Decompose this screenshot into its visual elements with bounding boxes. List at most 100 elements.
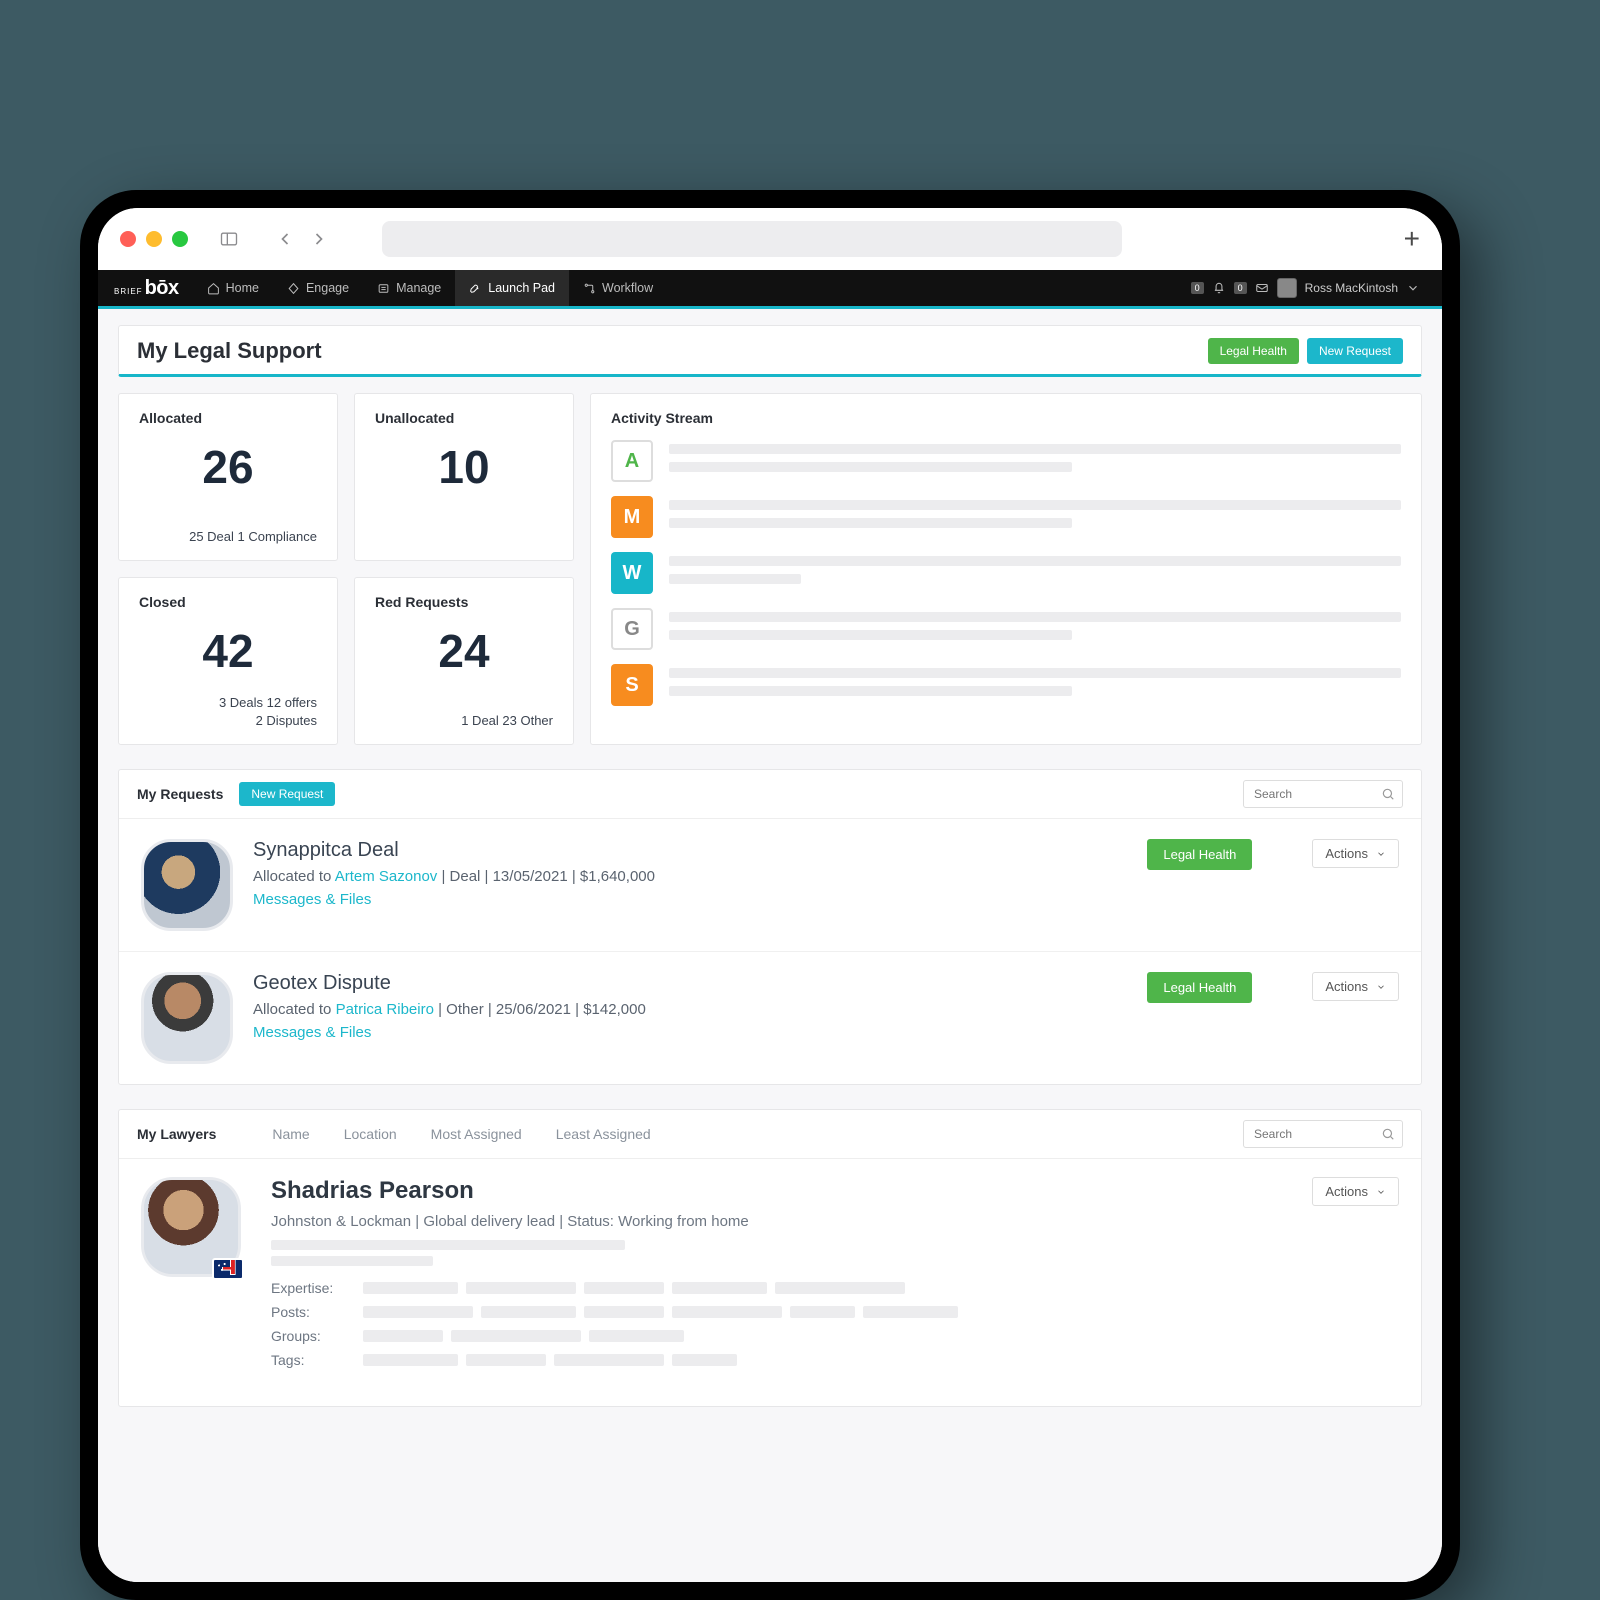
bell-icon[interactable] — [1212, 281, 1226, 295]
window-minimize-dot[interactable] — [146, 231, 162, 247]
stat-title: Unallocated — [375, 410, 553, 426]
nav-engage[interactable]: Engage — [273, 270, 363, 306]
kv-tags: Tags: — [271, 1352, 1282, 1368]
messages-files-link[interactable]: Messages & Files — [253, 891, 1127, 908]
app-logo[interactable]: BRIEF bōx — [108, 277, 193, 300]
panel-title: My Requests — [137, 786, 223, 802]
user-name[interactable]: Ross MacKintosh — [1305, 281, 1398, 295]
lawyer-row: Shadrias Pearson Johnston & Lockman | Gl… — [119, 1159, 1421, 1406]
my-lawyers-panel: My Lawyers Name Location Most Assigned L… — [118, 1109, 1422, 1407]
request-title[interactable]: Synappitca Deal — [253, 839, 1127, 862]
new-request-button[interactable]: New Request — [1307, 338, 1403, 364]
search-input[interactable] — [1243, 780, 1403, 808]
url-bar[interactable] — [382, 221, 1122, 257]
request-title[interactable]: Geotex Dispute — [253, 972, 1127, 995]
search-icon — [1381, 1127, 1395, 1141]
logo-main: bōx — [145, 277, 179, 300]
stat-unallocated[interactable]: Unallocated 10 — [354, 393, 574, 561]
new-request-button-small[interactable]: New Request — [239, 782, 335, 806]
chevron-down-icon[interactable] — [1406, 281, 1420, 295]
new-tab-icon[interactable]: + — [1404, 223, 1420, 255]
activity-badge: M — [611, 496, 653, 538]
app-nav: BRIEF bōx Home Engage Manage Launch Pad — [98, 270, 1442, 306]
stat-value: 42 — [139, 628, 317, 674]
stat-foot-2: 2 Disputes — [139, 712, 317, 730]
request-meta: Allocated to Patrica Ribeiro | Other | 2… — [253, 1001, 1127, 1018]
chevron-down-icon — [1376, 849, 1386, 859]
messages-files-link[interactable]: Messages & Files — [253, 1024, 1127, 1041]
panel-title: My Lawyers — [137, 1126, 216, 1142]
assignee-link[interactable]: Artem Sazonov — [335, 868, 438, 885]
stat-value: 24 — [375, 628, 553, 674]
nav-home-label: Home — [226, 281, 259, 295]
assignee-link[interactable]: Patrica Ribeiro — [336, 1001, 434, 1018]
kv-posts: Posts: — [271, 1304, 1282, 1320]
lawyer-meta: Johnston & Lockman | Global delivery lea… — [271, 1213, 1282, 1230]
stat-closed[interactable]: Closed 42 3 Deals 12 offers 2 Disputes — [118, 577, 338, 745]
nav-forward-icon[interactable] — [308, 228, 330, 250]
legal-health-button[interactable]: Legal Health — [1147, 972, 1252, 1003]
request-meta: Allocated to Artem Sazonov | Deal | 13/0… — [253, 868, 1127, 885]
activity-item[interactable]: A — [611, 440, 1401, 482]
sort-location[interactable]: Location — [344, 1126, 397, 1142]
notif-count-b: 0 — [1234, 282, 1247, 294]
sort-most-assigned[interactable]: Most Assigned — [431, 1126, 522, 1142]
legal-health-button[interactable]: Legal Health — [1208, 338, 1299, 364]
page-body: My Legal Support Legal Health New Reques… — [98, 309, 1442, 1582]
chevron-down-icon — [1376, 1187, 1386, 1197]
diamond-icon — [287, 282, 300, 295]
kv-expertise: Expertise: — [271, 1280, 1282, 1296]
requests-search — [1243, 780, 1403, 808]
browser-toolbar: + — [98, 208, 1442, 270]
actions-dropdown[interactable]: Actions — [1312, 972, 1399, 1001]
nav-home[interactable]: Home — [193, 270, 273, 306]
nav-workflow[interactable]: Workflow — [569, 270, 667, 306]
search-input[interactable] — [1243, 1120, 1403, 1148]
rocket-icon — [469, 282, 482, 295]
nav-right: 0 0 Ross MacKintosh — [1191, 278, 1432, 298]
sort-least-assigned[interactable]: Least Assigned — [556, 1126, 651, 1142]
stat-foot-1: 3 Deals 12 offers — [139, 694, 317, 712]
actions-dropdown[interactable]: Actions — [1312, 1177, 1399, 1206]
activity-item[interactable]: M — [611, 496, 1401, 538]
stat-value: 10 — [375, 444, 553, 490]
nav-manage[interactable]: Manage — [363, 270, 455, 306]
stat-value: 26 — [139, 444, 317, 490]
activity-title: Activity Stream — [611, 410, 1401, 426]
avatar[interactable] — [141, 1177, 241, 1277]
nav-launch-pad[interactable]: Launch Pad — [455, 270, 569, 306]
avatar[interactable] — [141, 839, 233, 931]
avatar[interactable] — [141, 972, 233, 1064]
my-requests-panel: My Requests New Request Synappitca Deal … — [118, 769, 1422, 1085]
flag-au-icon — [212, 1258, 244, 1280]
stat-title: Red Requests — [375, 594, 553, 610]
activity-item[interactable]: S — [611, 664, 1401, 706]
dashboard-row: Allocated 26 25 Deal 1 Compliance Unallo… — [118, 393, 1422, 745]
window-zoom-dot[interactable] — [172, 231, 188, 247]
stat-grid: Allocated 26 25 Deal 1 Compliance Unallo… — [118, 393, 574, 745]
activity-stream: Activity Stream A M W G — [590, 393, 1422, 745]
device-frame: + BRIEF bōx Home Engage Manage Launch — [80, 190, 1460, 1600]
user-avatar-small[interactable] — [1277, 278, 1297, 298]
request-row: Geotex Dispute Allocated to Patrica Ribe… — [119, 952, 1421, 1084]
kv-groups: Groups: — [271, 1328, 1282, 1344]
nav-manage-label: Manage — [396, 281, 441, 295]
sort-name[interactable]: Name — [272, 1126, 309, 1142]
stat-foot: 25 Deal 1 Compliance — [139, 528, 317, 546]
window-close-dot[interactable] — [120, 231, 136, 247]
nav-back-icon[interactable] — [274, 228, 296, 250]
activity-item[interactable]: G — [611, 608, 1401, 650]
activity-item[interactable]: W — [611, 552, 1401, 594]
legal-health-button[interactable]: Legal Health — [1147, 839, 1252, 870]
actions-dropdown[interactable]: Actions — [1312, 839, 1399, 868]
panel-header: My Requests New Request — [119, 770, 1421, 819]
sort-links: Name Location Most Assigned Least Assign… — [272, 1126, 650, 1142]
activity-badge: A — [611, 440, 653, 482]
stat-allocated[interactable]: Allocated 26 25 Deal 1 Compliance — [118, 393, 338, 561]
screen: + BRIEF bōx Home Engage Manage Launch — [98, 208, 1442, 1582]
stat-red-requests[interactable]: Red Requests 24 1 Deal 23 Other — [354, 577, 574, 745]
lawyer-name[interactable]: Shadrias Pearson — [271, 1177, 1282, 1205]
list-icon — [377, 282, 390, 295]
mail-icon[interactable] — [1255, 281, 1269, 295]
sidebar-toggle-icon[interactable] — [218, 228, 240, 250]
